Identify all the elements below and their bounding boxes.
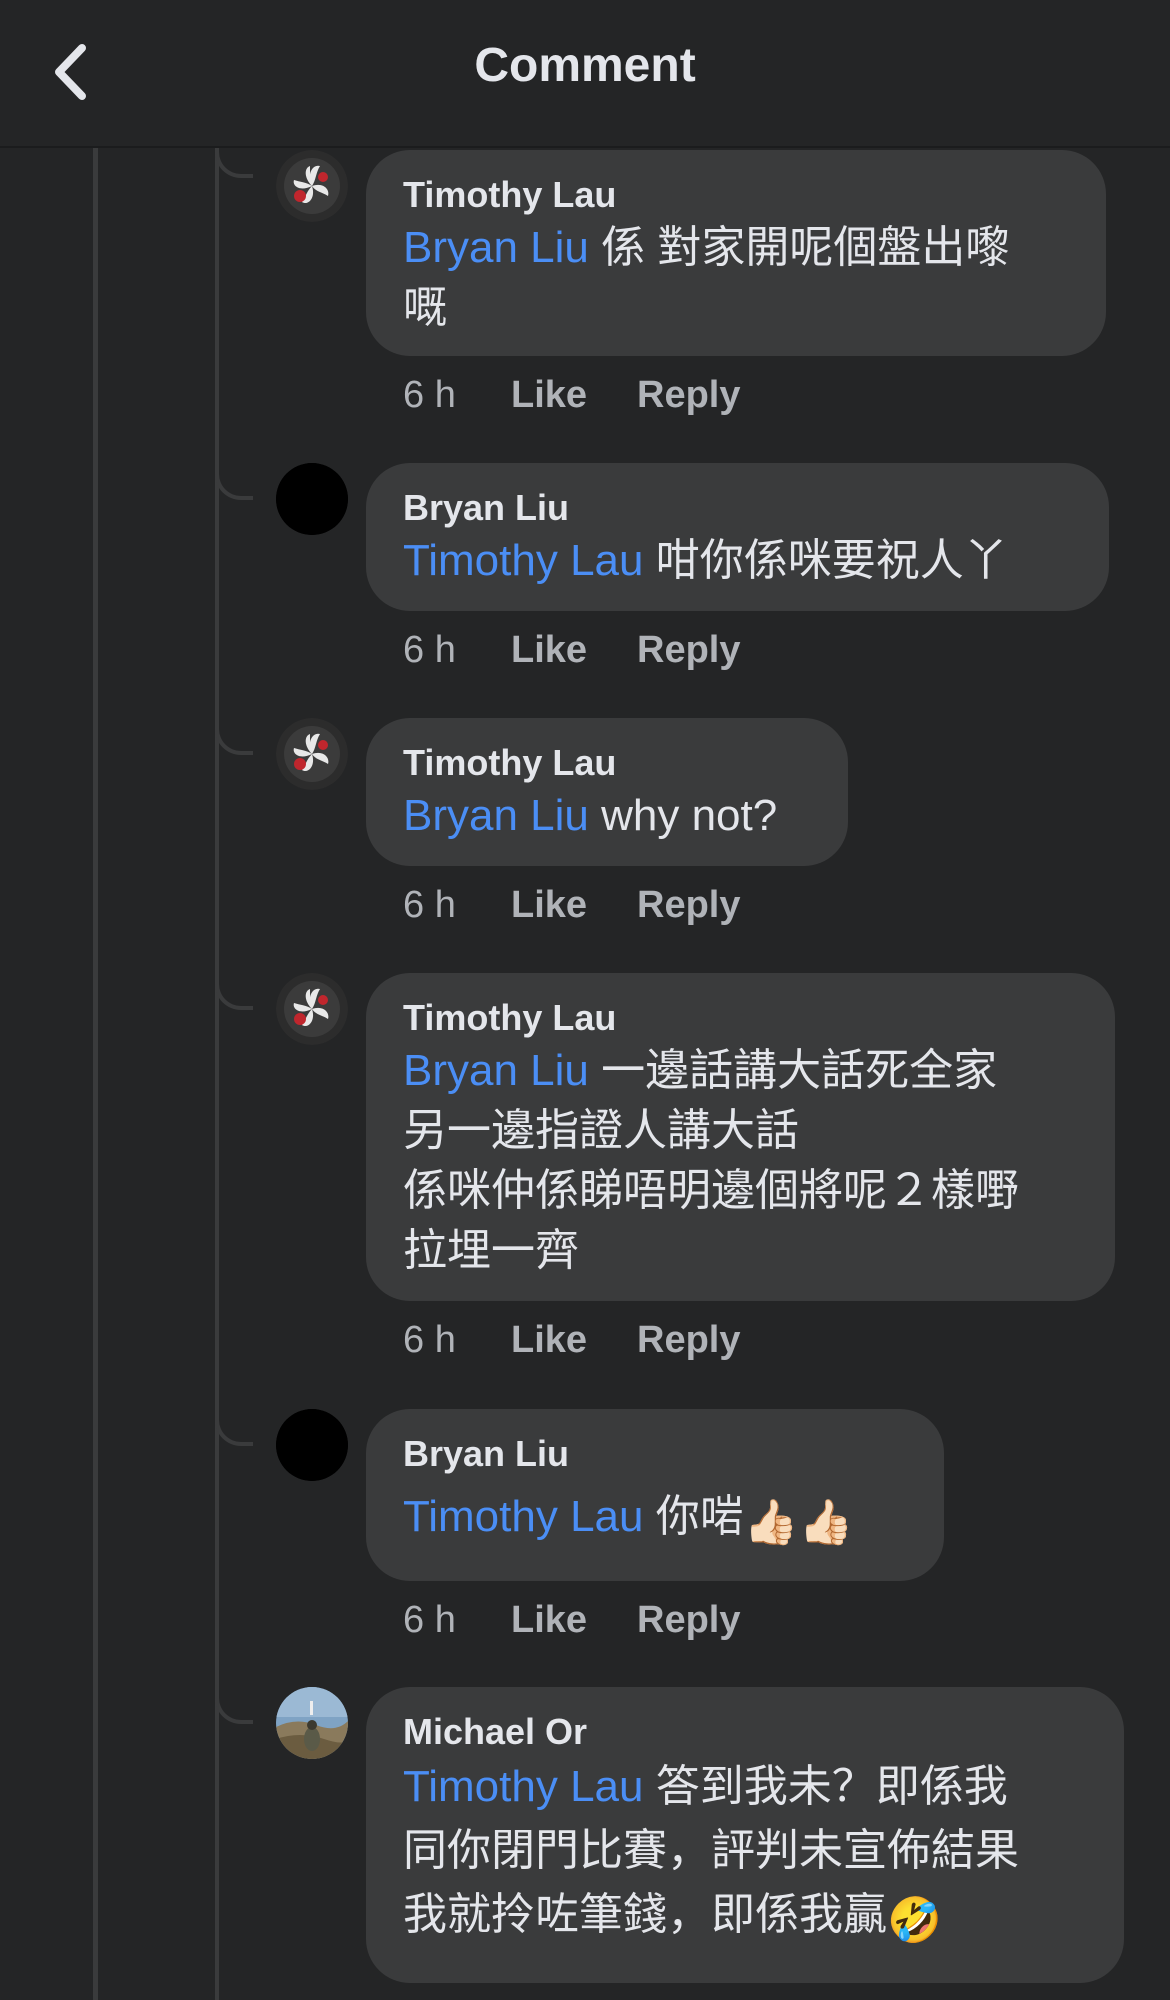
landscape-photo-avatar-icon [276,1687,348,1759]
avatar[interactable] [276,718,348,790]
avatar[interactable] [276,1687,348,1759]
comment-text: Bryan Liu 係 對家開呢個盤出嚟 嘅 [403,218,1070,338]
avatar[interactable] [276,973,348,1045]
timestamp: 6 h [403,628,456,671]
timestamp: 6 h [403,373,456,416]
thread-line [93,148,98,2000]
bauhinia-flag-avatar-icon [276,718,348,790]
header-bar: Comment [0,0,1170,148]
comment-actions: 6 h Like Reply [403,625,740,675]
rolling-laughing-emoji-icon: 🤣 [887,1896,942,1945]
comment-author[interactable]: Bryan Liu [403,1431,908,1477]
like-button[interactable]: Like [511,1319,637,1362]
black-avatar-icon [276,463,348,535]
comment-author[interactable]: Timothy Lau [403,740,812,786]
bauhinia-flag-avatar-icon [276,150,348,222]
avatar[interactable] [276,463,348,535]
comment-page: Comment Timothy Lau Bryan Liu 係 對家開呢個盤出嚟… [0,0,1170,2000]
reply-branch [215,717,253,755]
bauhinia-flag-avatar-icon [276,973,348,1045]
reply-branch [215,148,253,178]
reply-button[interactable]: Reply [637,884,740,927]
reply-button[interactable]: Reply [637,374,740,417]
comment-bubble: Bryan Liu Timothy Lau 你啱👍🏻👍🏻 [366,1409,944,1581]
comment-bubble: Michael Or Timothy Lau 答到我未？即係我 同你閉門比賽，評… [366,1687,1124,1983]
mention-link[interactable]: Timothy Lau [403,1762,643,1811]
mention-link[interactable]: Bryan Liu [403,791,589,840]
mention-link[interactable]: Timothy Lau [403,536,643,585]
like-button[interactable]: Like [511,884,637,927]
page-title: Comment [474,39,696,92]
comment-body: 咁你係咪要祝人丫 [643,536,1008,585]
comment-text: Bryan Liu why not? [403,786,812,846]
comment-text: Timothy Lau 你啱👍🏻👍🏻 [403,1487,908,1553]
comment-actions: 6 h Like Reply [403,880,740,930]
comment-actions: 6 h Like Reply [403,1315,740,1365]
reply-button[interactable]: Reply [637,629,740,672]
comment-actions: 6 h Like Reply [403,370,740,420]
like-button[interactable]: Like [511,629,637,672]
timestamp: 6 h [403,883,456,926]
mention-link[interactable]: Timothy Lau [403,1492,643,1541]
comment-bubble: Timothy Lau Bryan Liu why not? [366,718,848,866]
comment-author[interactable]: Bryan Liu [403,485,1073,531]
mention-link[interactable]: Bryan Liu [403,223,589,272]
comment-actions: 6 h Like Reply [403,1595,740,1645]
timestamp: 6 h [403,1318,456,1361]
reply-button[interactable]: Reply [637,1319,740,1362]
mention-link[interactable]: Bryan Liu [403,1046,589,1095]
reply-branch [215,1686,253,1724]
reply-thread-line [215,148,219,2000]
reply-button[interactable]: Reply [637,1599,740,1642]
reply-branch [215,1408,253,1446]
thumbs-up-emoji-icon: 👍🏻👍🏻 [743,1498,854,1547]
comment-bubble: Bryan Liu Timothy Lau 咁你係咪要祝人丫 [366,463,1109,611]
reply-branch [215,462,253,500]
black-avatar-icon [276,1409,348,1481]
comment-text: Bryan Liu 一邊話講大話死全家 另一邊指證人講大話 係咪仲係睇唔明邊個將… [403,1041,1079,1281]
comment-text: Timothy Lau 咁你係咪要祝人丫 [403,531,1073,591]
comment-author[interactable]: Timothy Lau [403,995,1079,1041]
like-button[interactable]: Like [511,374,637,417]
comment-author[interactable]: Michael Or [403,1709,1088,1755]
comment-author[interactable]: Timothy Lau [403,172,1070,218]
like-button[interactable]: Like [511,1599,637,1642]
comment-bubble: Timothy Lau Bryan Liu 一邊話講大話死全家 另一邊指證人講大… [366,973,1115,1301]
comment-bubble: Timothy Lau Bryan Liu 係 對家開呢個盤出嚟 嘅 [366,150,1106,356]
avatar[interactable] [276,1409,348,1481]
avatar[interactable] [276,150,348,222]
reply-branch [215,972,253,1010]
comment-body: 你啱 [643,1492,744,1541]
comment-body: why not? [588,791,778,840]
comment-text: Timothy Lau 答到我未？即係我 同你閉門比賽，評判未宣佈結果 我就拎咗… [403,1755,1088,1953]
timestamp: 6 h [403,1598,456,1641]
